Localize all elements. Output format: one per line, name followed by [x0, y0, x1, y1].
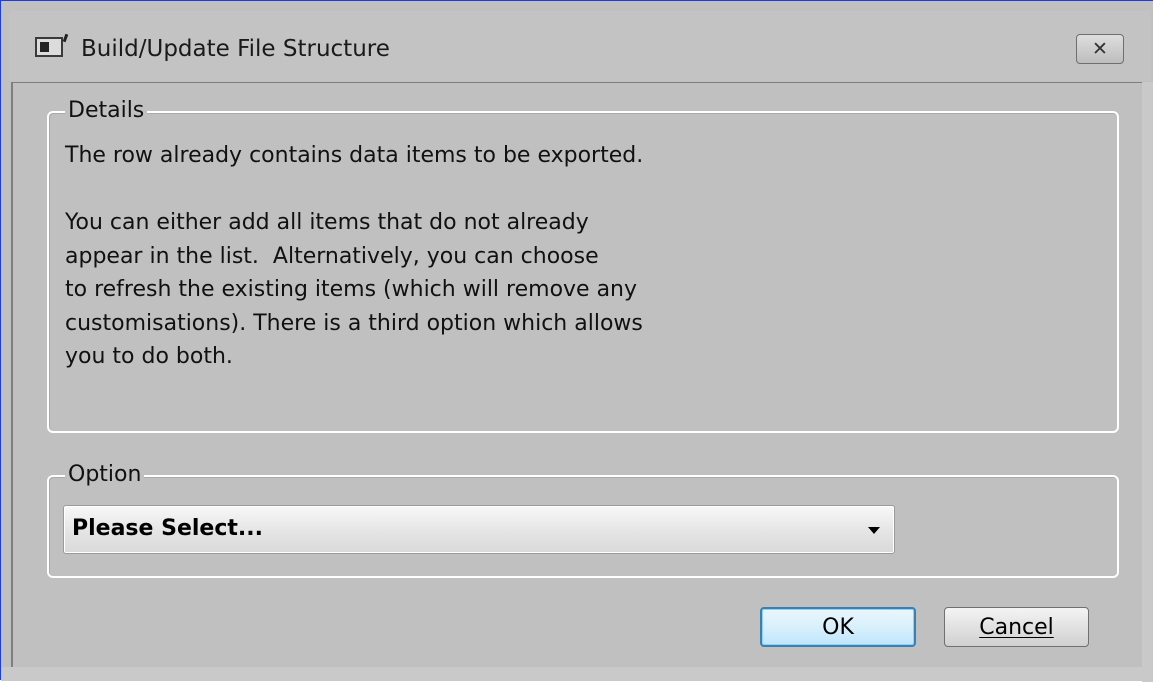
window-app-icon — [35, 33, 69, 57]
details-message: The row already contains data items to b… — [65, 139, 1105, 374]
window-title: Build/Update File Structure — [81, 36, 390, 62]
details-line: You can either add all items that do not… — [65, 210, 589, 235]
cancel-button[interactable]: Cancel — [944, 607, 1089, 647]
window-frame-bottom — [1, 667, 1153, 681]
ok-button-label: OK — [822, 614, 854, 640]
option-legend: Option — [65, 462, 145, 488]
dialog-window: Build/Update File Structure ✕ Details Th… — [0, 0, 1153, 682]
details-line: appear in the list. Alternatively, you c… — [65, 243, 599, 269]
option-select-value: Please Select... — [72, 516, 263, 541]
details-groupbox: Details The row already contains data it… — [47, 98, 1119, 433]
details-line: customisations). There is a third option… — [65, 310, 643, 336]
close-icon: ✕ — [1092, 38, 1108, 60]
details-line: you to do both. — [65, 344, 233, 369]
option-groupbox: Option Please Select... — [47, 462, 1119, 578]
chevron-down-icon[interactable] — [868, 527, 880, 534]
details-line — [65, 173, 1105, 207]
dialog-body: Details The row already contains data it… — [11, 82, 1142, 667]
ok-button[interactable]: OK — [760, 607, 916, 647]
details-line: The row already contains data items to b… — [65, 143, 644, 168]
title-bar[interactable]: Build/Update File Structure ✕ — [9, 11, 1151, 81]
cancel-button-label: Cancel — [979, 614, 1054, 640]
close-button[interactable]: ✕ — [1076, 34, 1124, 64]
window-frame-right — [1142, 82, 1153, 682]
option-select[interactable]: Please Select... — [63, 505, 895, 554]
details-legend: Details — [65, 98, 148, 124]
details-line: to refresh the existing items (which wil… — [65, 277, 638, 302]
